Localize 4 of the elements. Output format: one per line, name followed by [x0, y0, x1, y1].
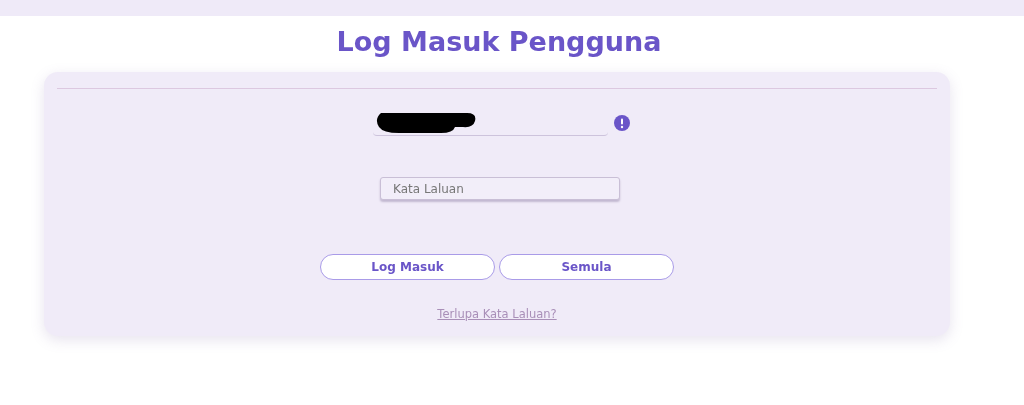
reset-button[interactable]: Semula [499, 254, 674, 280]
login-button[interactable]: Log Masuk [320, 254, 495, 280]
password-field[interactable]: Kata Laluan [380, 177, 620, 200]
page-title: Log Masuk Pengguna [335, 25, 663, 59]
